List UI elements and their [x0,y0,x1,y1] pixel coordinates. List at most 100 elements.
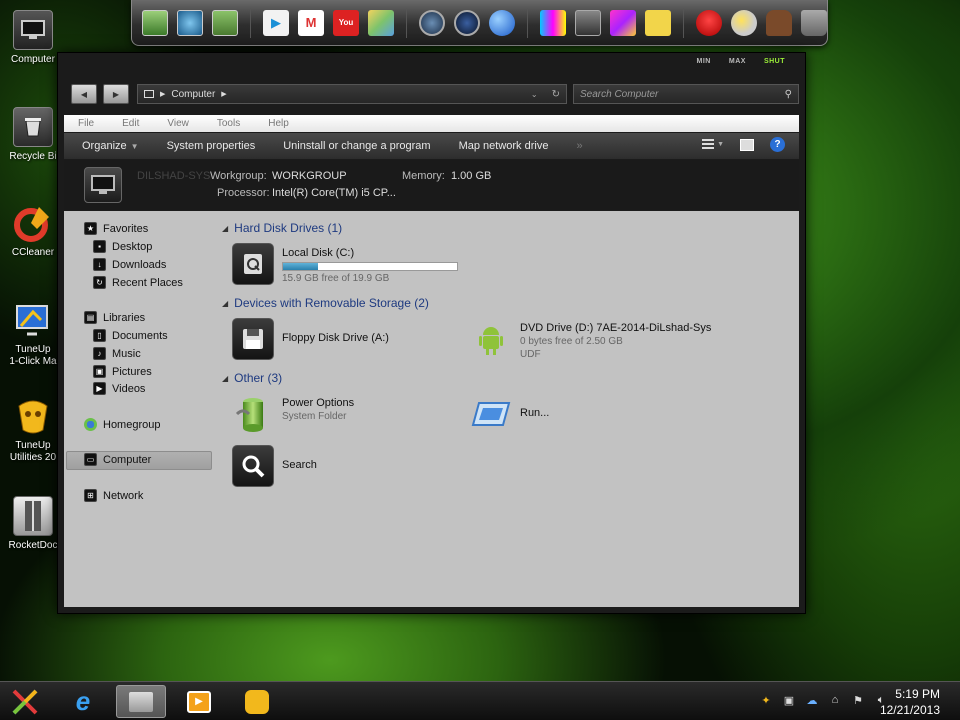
search-input[interactable]: Search Computer ⚲ [573,84,799,104]
trash-icon[interactable] [801,9,827,36]
menu-help[interactable]: Help [268,118,289,129]
vm-tray-icon[interactable]: ▣ [781,692,797,708]
tuneup-tray-icon[interactable]: ✦ [758,692,774,708]
more-commands-button[interactable]: » [576,140,582,152]
nav-homegroup[interactable]: Homegroup [84,418,160,431]
computer-small-icon [144,90,154,98]
paint-icon[interactable] [610,9,636,36]
monitor-icon[interactable] [142,9,168,36]
drive-free-space: 15.9 GB free of 19.9 GB [282,273,390,284]
drive-dvd-d[interactable]: DVD Drive (D:) 7AE-2014-DiLshad-Sys 0 by… [470,318,711,360]
note-icon[interactable] [645,9,671,36]
clock[interactable]: 5:19 PM 12/21/2013 [880,686,940,718]
top-dock: ▶ M You [131,0,828,46]
organize-button[interactable]: Organize ▼ [82,140,139,152]
store-bag-icon[interactable]: ▶ [263,9,289,36]
nav-recent-places[interactable]: ↻ Recent Places [93,276,183,289]
drive-local-disk-c[interactable]: Local Disk (C:) 15.9 GB free of 19.9 GB [232,243,458,285]
back-button[interactable]: ◀ [71,84,97,104]
nav-label: Libraries [103,311,146,324]
taskbar-media-player[interactable]: ▶ [174,685,224,718]
collapse-triangle-icon: ◢ [222,223,229,233]
nav-downloads[interactable]: ↓ Downloads [93,258,166,271]
nav-label: Network [103,489,144,502]
group-hard-disk-drives[interactable]: ◢ Hard Disk Drives (1) [222,221,342,235]
floppy-disk-icon [232,318,274,360]
preview-pane-icon[interactable] [740,138,754,151]
address-bar[interactable]: ▶ Computer ▶ ⌄ ↻ [137,84,567,104]
breadcrumb-computer[interactable]: Computer [171,89,215,100]
main-pane: ◢ Hard Disk Drives (1) Local Disk (C:) 15… [214,211,799,607]
hard-disk-icon [232,243,274,285]
minimize-button[interactable]: MIN [697,58,711,65]
weather-icon[interactable] [731,9,757,36]
library-icon: ▤ [84,311,97,324]
android-dvd-icon [470,318,512,360]
item-search[interactable]: Search [232,445,317,487]
group-removable-storage[interactable]: ◢ Devices with Removable Storage (2) [222,296,429,310]
tuneup-icon [245,689,269,714]
angry-bird-icon[interactable] [696,9,722,36]
folder-icon[interactable] [212,9,238,36]
flag-tray-icon[interactable]: ⚑ [850,692,866,708]
earth-icon[interactable] [489,9,515,36]
maps-icon[interactable] [368,9,394,36]
taskbar-internet-explorer[interactable]: e [58,685,108,718]
close-button[interactable]: SHUT [764,58,785,65]
mixer-icon[interactable] [575,9,601,36]
map-network-drive-button[interactable]: Map network drive [459,140,549,152]
nav-pictures[interactable]: ▣ Pictures [93,365,152,378]
view-options-icon[interactable]: ▼ [702,139,724,150]
dock-separator [406,7,407,38]
nav-videos[interactable]: ▶ Videos [93,382,145,395]
dock-separator [527,7,528,38]
forward-button[interactable]: ▶ [103,84,129,104]
uninstall-program-button[interactable]: Uninstall or change a program [283,140,430,152]
nav-label: Downloads [112,258,167,271]
search-icon[interactable]: ⚲ [785,89,792,100]
nav-desktop[interactable]: ▪ Desktop [93,240,152,253]
nav-documents[interactable]: ▯ Documents [93,329,168,342]
group-header: Other (3) [234,371,283,385]
color-bars-icon[interactable] [540,9,566,36]
menu-edit[interactable]: Edit [122,118,139,129]
gmail-icon[interactable]: M [298,9,324,36]
cloud-tray-icon[interactable]: ☁ [804,692,820,708]
refresh-icon[interactable]: ↻ [552,89,560,100]
tuneup-monitor-icon [13,300,53,340]
youtube-icon[interactable]: You [333,9,359,36]
magnifier-icon [232,445,274,487]
taskbar-explorer[interactable] [116,685,166,718]
nav-music[interactable]: ♪ Music [93,347,141,360]
item-run[interactable]: Run... [470,393,549,435]
nav-network[interactable]: ⊞ Network [84,489,143,502]
computer-small-icon: ▭ [84,453,97,466]
drive-usage-bar [282,262,458,271]
dock-separator [250,7,251,38]
help-icon[interactable]: ? [770,137,785,152]
address-dropdown-icon[interactable]: ⌄ [531,90,538,99]
group-other[interactable]: ◢ Other (3) [222,371,282,385]
item-power-options[interactable]: Power Options System Folder [232,393,354,435]
processor-value: Intel(R) Core(TM) i5 CP... [272,187,396,199]
maximize-button[interactable]: MAX [729,58,746,65]
menu-tools[interactable]: Tools [217,118,240,129]
document-icon: ▯ [93,329,106,342]
nav-computer[interactable]: ▭ Computer [84,453,151,466]
compass-icon[interactable] [419,9,445,36]
processor-label: Processor: [217,187,270,199]
start-button[interactable] [0,685,50,718]
picture-icon: ▣ [93,365,106,378]
menu-file[interactable]: File [78,118,94,129]
drive-floppy-a[interactable]: Floppy Disk Drive (A:) [232,318,389,360]
speaker-icon[interactable] [454,9,480,36]
nav-libraries[interactable]: ▤ Libraries [84,311,145,324]
network-tray-icon[interactable]: ⌂ [827,692,843,708]
android-icon[interactable] [766,9,792,36]
menu-view[interactable]: View [167,118,189,129]
globe-photo-icon[interactable] [177,9,203,36]
ccleaner-icon [13,203,53,243]
nav-favorites[interactable]: ★ Favorites [84,222,148,235]
taskbar-tuneup[interactable] [232,685,282,718]
system-properties-button[interactable]: System properties [167,140,256,152]
